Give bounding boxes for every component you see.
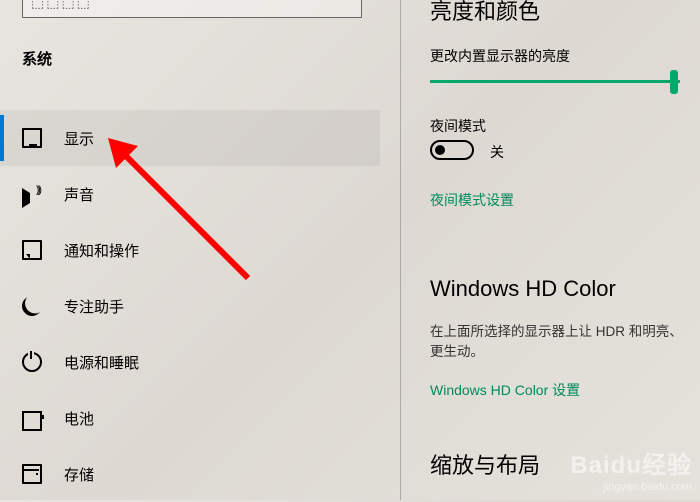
focus-assist-icon <box>18 292 46 320</box>
category-heading: 系统 <box>22 48 52 69</box>
nav-label: 存储 <box>64 464 94 485</box>
power-sleep-icon <box>22 352 42 372</box>
nav-label: 显示 <box>64 128 94 149</box>
sound-icon <box>22 188 42 208</box>
slider-track <box>430 80 680 83</box>
nav-label: 通知和操作 <box>64 240 139 261</box>
nav-item-sound[interactable]: 声音 <box>0 166 380 222</box>
nav-label: 声音 <box>64 184 94 205</box>
section-hdcolor-title: Windows HD Color <box>430 276 616 302</box>
search-input[interactable]: ⬚⬚⬚⬚ <box>22 0 362 18</box>
section-scaling-title: 缩放与布局 <box>430 448 540 480</box>
search-placeholder: ⬚⬚⬚⬚ <box>31 0 92 11</box>
settings-content: 亮度和颜色 更改内置显示器的亮度 夜间模式 关 夜间模式设置 Windows H… <box>430 0 700 500</box>
night-mode-label: 夜间模式 <box>430 116 486 136</box>
nav-item-storage[interactable]: 存储 <box>0 446 380 502</box>
watermark-url: jingyan.baidu.com <box>570 481 692 494</box>
brightness-slider[interactable] <box>430 74 680 90</box>
vertical-divider <box>400 0 401 500</box>
watermark: Baidu经验 jingyan.baidu.com <box>570 452 692 494</box>
nav-item-focus-assist[interactable]: 专注助手 <box>0 278 380 334</box>
night-mode-state: 关 <box>490 142 504 162</box>
storage-icon <box>22 464 42 484</box>
night-mode-toggle[interactable] <box>430 140 474 160</box>
nav-list: 显示 声音 通知和操作 专注助手 电源和睡眠 电池 存储 <box>0 110 380 502</box>
settings-sidebar: ⬚⬚⬚⬚ 系统 显示 声音 通知和操作 专注助手 电源和睡眠 电池 存储 <box>0 0 400 500</box>
nav-label: 电池 <box>64 408 94 429</box>
nav-label: 电源和睡眠 <box>64 352 139 373</box>
nav-item-notifications[interactable]: 通知和操作 <box>0 222 380 278</box>
watermark-brand: Baidu经验 <box>570 452 692 481</box>
brightness-label: 更改内置显示器的亮度 <box>430 46 570 66</box>
nav-item-display[interactable]: 显示 <box>0 110 380 166</box>
nav-item-power-sleep[interactable]: 电源和睡眠 <box>0 334 380 390</box>
section-brightness-title: 亮度和颜色 <box>430 0 540 26</box>
hdcolor-description: 在上面所选择的显示器上让 HDR 和明亮、更生动。 <box>430 322 690 363</box>
hdcolor-settings-link[interactable]: Windows HD Color 设置 <box>430 380 580 400</box>
nav-item-battery[interactable]: 电池 <box>0 390 380 446</box>
slider-thumb[interactable] <box>670 70 678 94</box>
toggle-knob <box>435 145 445 155</box>
nav-label: 专注助手 <box>64 296 124 317</box>
battery-icon <box>22 411 42 431</box>
notifications-icon <box>22 240 42 260</box>
night-mode-settings-link[interactable]: 夜间模式设置 <box>430 190 514 210</box>
display-icon <box>22 128 42 148</box>
